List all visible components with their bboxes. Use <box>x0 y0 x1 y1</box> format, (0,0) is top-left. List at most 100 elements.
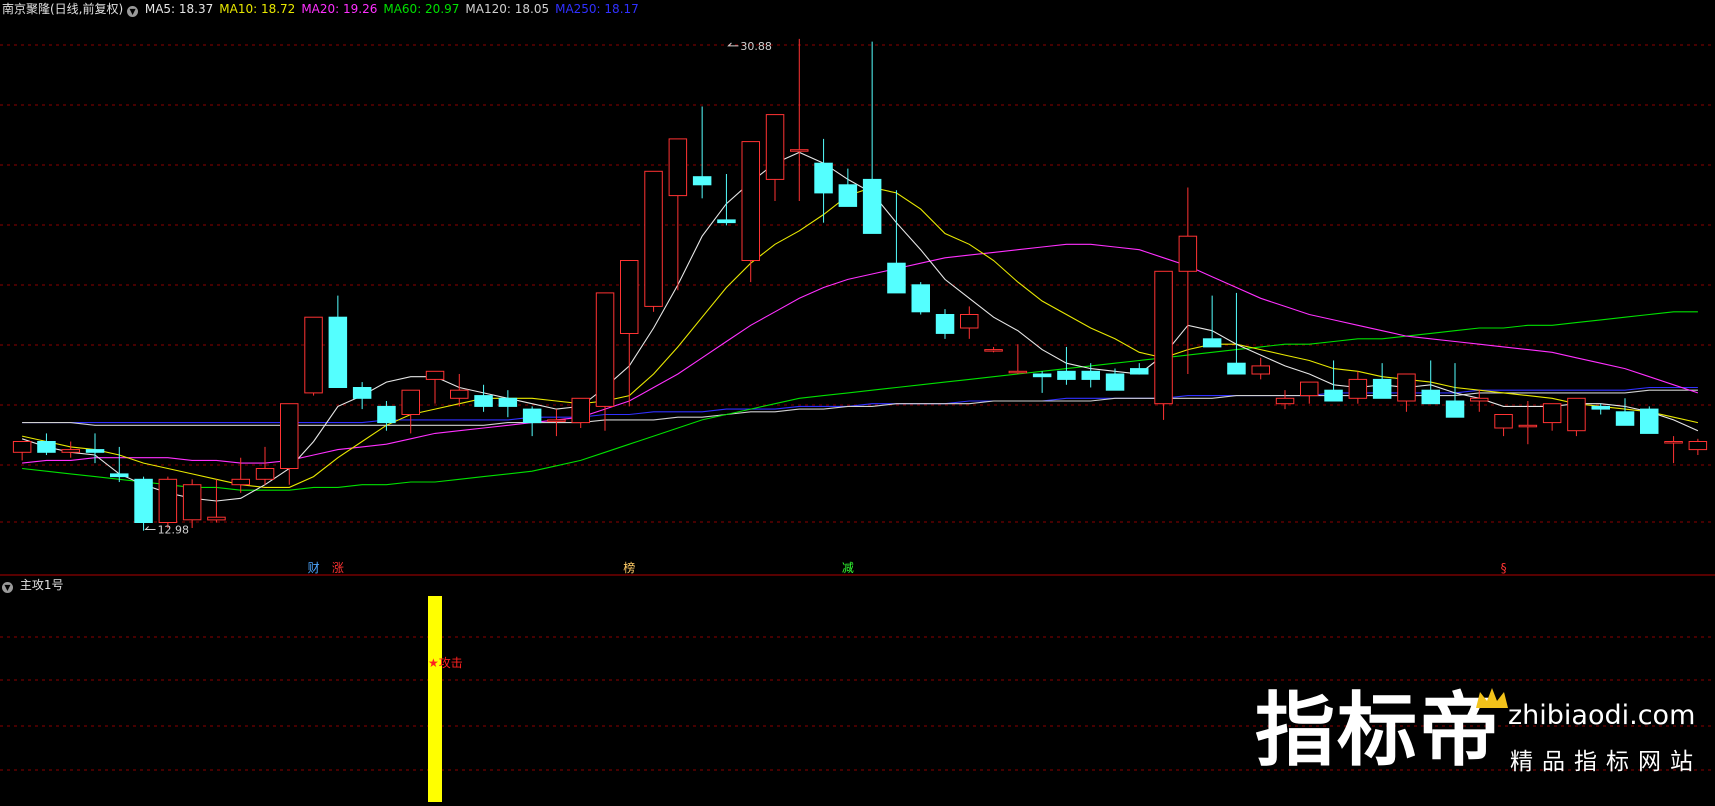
indicator-panel <box>428 596 442 802</box>
candlestick <box>498 390 518 418</box>
candle-body <box>1615 411 1635 426</box>
candle-body <box>85 449 105 453</box>
candlestick <box>838 168 858 207</box>
candlestick <box>1494 414 1513 437</box>
candle-body <box>474 395 493 407</box>
candle-body <box>498 397 518 407</box>
candlestick <box>1688 438 1708 456</box>
ma5-line <box>21 151 1699 502</box>
candle-body <box>1081 370 1100 380</box>
candle-body <box>935 314 955 334</box>
candle-body <box>620 260 639 334</box>
ma-legend-item: MA250: 18.17 <box>555 2 639 16</box>
candle-body <box>1275 397 1295 405</box>
candle-body <box>61 449 80 453</box>
crown-icon <box>1476 688 1508 708</box>
candlestick <box>668 138 688 291</box>
ma20-line <box>22 243 1699 464</box>
candle-body <box>790 149 809 152</box>
watermark-brand: 指标帝 <box>1255 684 1501 777</box>
candlestick <box>620 260 639 407</box>
candlestick <box>1640 406 1659 434</box>
candlestick <box>522 406 542 437</box>
candle-body <box>1032 373 1052 378</box>
candle-body <box>1251 365 1270 375</box>
candle-body <box>1421 389 1440 405</box>
candle-body <box>1518 424 1538 428</box>
candle-body <box>377 405 396 424</box>
candlestick <box>1664 436 1683 464</box>
candlestick <box>134 476 153 531</box>
indicator-bar <box>428 596 442 802</box>
candle-body <box>1688 441 1708 451</box>
watermark-subtitle: 精品指标网站 <box>1510 749 1702 775</box>
candlestick <box>1397 373 1416 412</box>
event-marker: 减 <box>842 561 854 575</box>
chevron-down-icon[interactable]: ▼ <box>2 582 13 593</box>
candle-body <box>911 284 930 313</box>
candlestick <box>450 373 469 407</box>
candle-body <box>1470 397 1489 402</box>
candlestick <box>61 441 80 458</box>
candlestick <box>692 106 712 199</box>
candlestick <box>37 433 56 456</box>
ma-legend: MA5: 18.37 MA10: 18.72 MA20: 19.26 MA60: 20… <box>145 2 645 16</box>
candlestick <box>935 309 955 339</box>
event-markers: 财涨 榜 减 § <box>308 560 1507 575</box>
candle-body <box>401 389 420 416</box>
ma-legend-item: MA20: 19.26 <box>301 2 378 16</box>
candlestick <box>304 316 323 396</box>
candlestick <box>1445 363 1465 418</box>
candle-body <box>887 262 906 294</box>
candle-body <box>207 516 226 521</box>
candle-body <box>741 141 760 262</box>
indicator-title: 主攻1号 <box>19 578 64 592</box>
candle-body <box>231 478 250 486</box>
candle-body <box>450 389 469 399</box>
candle-body <box>571 397 590 424</box>
candle-body <box>1542 403 1562 424</box>
candlestick <box>1032 371 1052 393</box>
candle-body <box>522 408 542 424</box>
candlestick <box>12 441 32 461</box>
candle-body <box>838 184 858 207</box>
candlestick <box>790 38 809 202</box>
candlestick <box>960 306 979 339</box>
candlestick <box>765 114 785 202</box>
candle-body <box>37 441 56 453</box>
chart-root: 30.88 12.98 财涨 榜 减 § <box>0 0 1715 802</box>
candle-body <box>984 349 1003 352</box>
ma-legend-item: MA120: 18.05 <box>465 2 550 16</box>
candlestick <box>644 170 663 312</box>
candle-body <box>547 419 566 422</box>
candlestick <box>1130 363 1149 375</box>
candle-body <box>304 316 323 394</box>
ma-legend-item: MA60: 20.97 <box>383 2 460 16</box>
candlestick <box>1275 390 1295 410</box>
candle-body <box>960 314 979 329</box>
candle-body <box>1445 400 1465 418</box>
candle-body <box>1567 397 1586 432</box>
moving-averages <box>21 151 1699 502</box>
candlestick <box>862 41 882 234</box>
candle-body <box>1300 381 1319 397</box>
candle-body <box>1372 378 1392 399</box>
candle-body <box>692 176 712 186</box>
candle-body <box>862 178 882 234</box>
event-marker: 财 <box>308 561 320 575</box>
candlestick <box>1421 360 1440 405</box>
candle-body <box>765 114 785 180</box>
candlestick <box>1008 344 1028 374</box>
candle-body <box>644 170 663 307</box>
candle-body <box>1348 378 1368 399</box>
price-annotation: 30.88 <box>740 40 772 53</box>
candle-body <box>255 468 275 480</box>
candlestick <box>1154 270 1173 420</box>
chevron-down-icon[interactable]: ▼ <box>127 6 139 17</box>
candlestick <box>352 382 372 410</box>
candle-body <box>814 162 833 194</box>
candlestick <box>1348 371 1368 404</box>
candle-body <box>1397 373 1416 402</box>
candlestick <box>474 384 493 412</box>
candlestick <box>1251 357 1270 380</box>
